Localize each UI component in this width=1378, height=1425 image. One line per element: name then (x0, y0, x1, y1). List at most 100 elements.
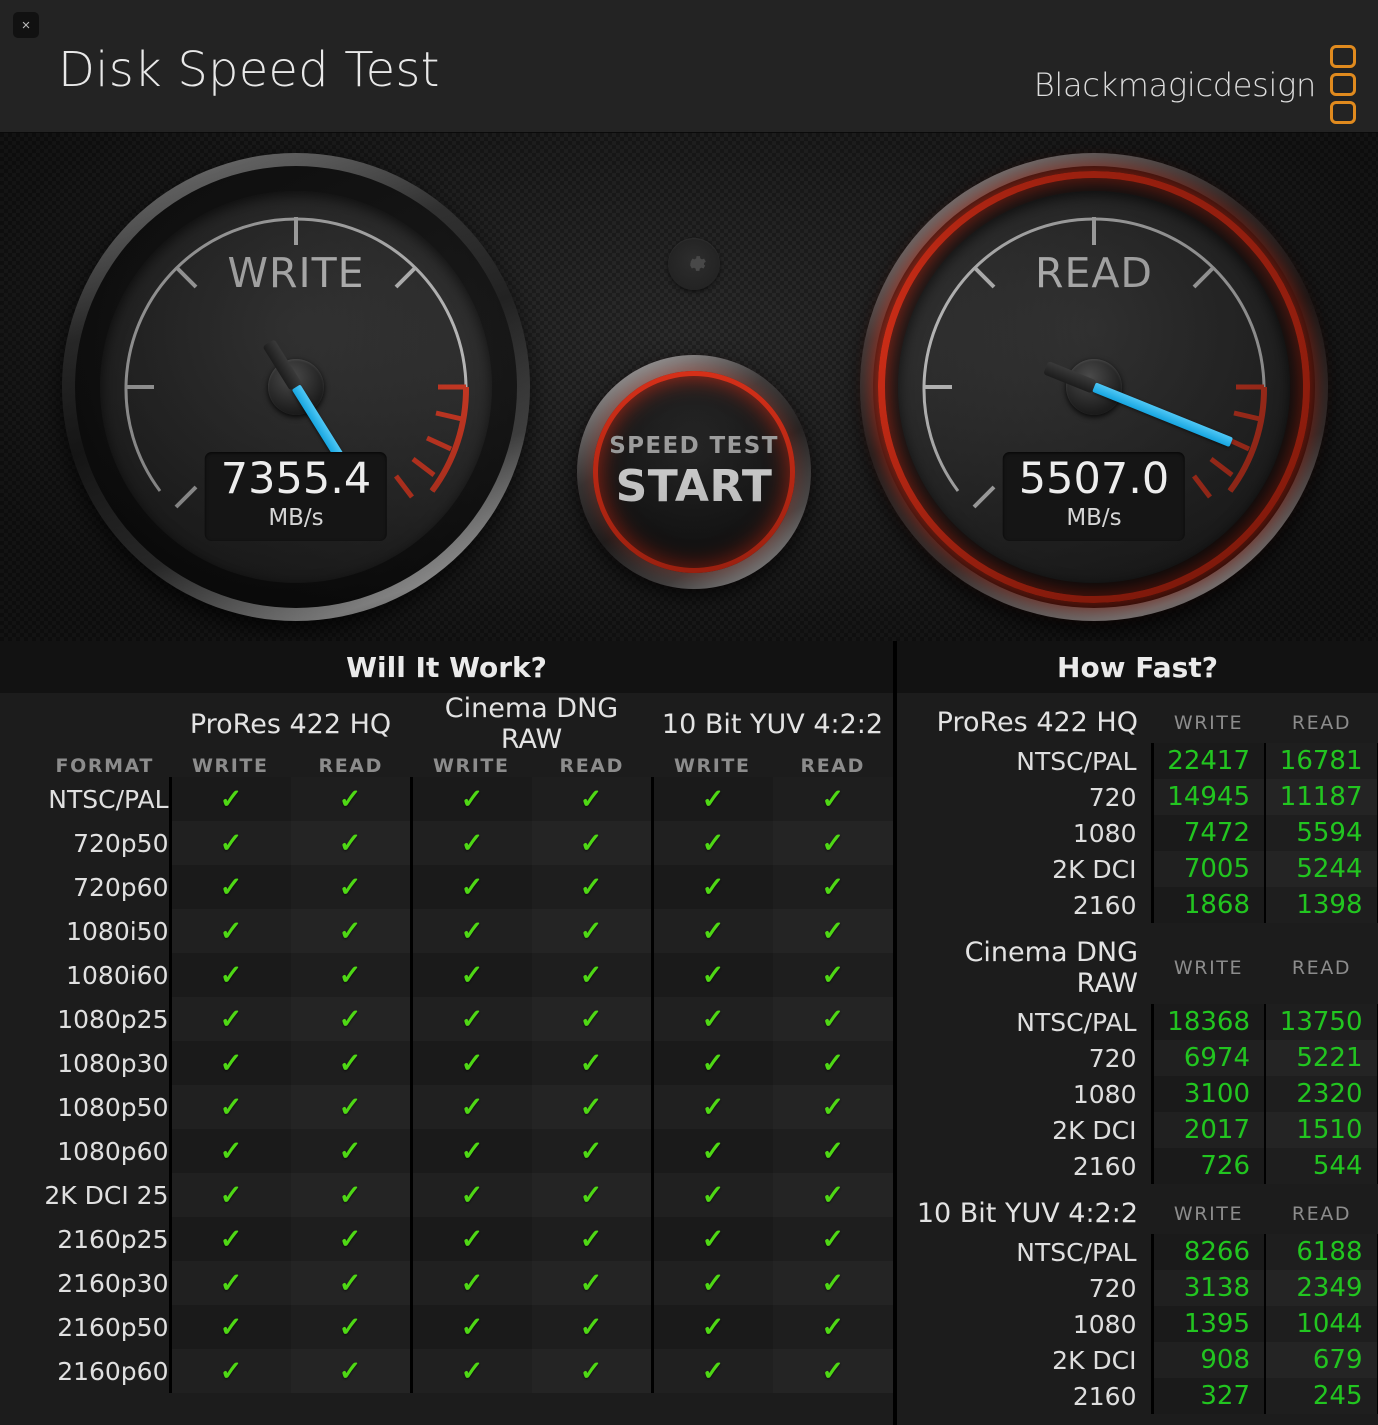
wiw-format-label: 1080i60 (0, 953, 170, 997)
how-fast-title: How Fast? (897, 641, 1378, 693)
check-icon: ✓ (460, 1267, 484, 1298)
wiw-result-cell: ✓ (650, 1261, 773, 1305)
how-fast-row-label: 2K DCI (897, 1112, 1152, 1148)
wiw-result-cell: ✓ (168, 909, 291, 953)
wiw-format-label: 2160p50 (0, 1305, 170, 1349)
wiw-result-cell: ✓ (290, 821, 411, 865)
check-icon: ✓ (579, 1091, 603, 1122)
table-row: NTSC/PAL ✓ ✓ ✓ ✓ ✓ ✓ (0, 777, 893, 821)
settings-button[interactable] (668, 238, 720, 290)
wiw-result-cell: ✓ (409, 1217, 532, 1261)
check-icon: ✓ (338, 959, 362, 990)
wiw-result-cell: ✓ (409, 953, 532, 997)
how-fast-write-value: 14945 (1150, 779, 1265, 815)
wiw-format-label: NTSC/PAL (0, 777, 170, 821)
wiw-result-cell: ✓ (168, 1173, 291, 1217)
check-icon: ✓ (579, 1223, 603, 1254)
how-fast-sub-header: READ (1291, 1202, 1352, 1225)
how-fast-write-value: 7005 (1150, 851, 1265, 887)
check-icon: ✓ (219, 1311, 243, 1342)
brand-name: Blackmagicdesign (1033, 65, 1317, 104)
wiw-group-header: ProRes 422 HQ (189, 708, 392, 740)
check-icon: ✓ (460, 1355, 484, 1386)
wiw-sub-header: WRITE (673, 755, 751, 777)
table-row: 2160p60 ✓ ✓ ✓ ✓ ✓ ✓ (0, 1349, 893, 1393)
wiw-result-cell: ✓ (531, 865, 652, 909)
how-fast-sections: ProRes 422 HQ WRITE READ NTSC/PAL 22417 16781… (897, 693, 1378, 1414)
check-icon: ✓ (579, 871, 603, 902)
wiw-result-cell: ✓ (168, 997, 291, 1041)
wiw-result-cell: ✓ (531, 777, 652, 821)
check-icon: ✓ (338, 1267, 362, 1298)
table-row: 720p60 ✓ ✓ ✓ ✓ ✓ ✓ (0, 865, 893, 909)
check-icon: ✓ (579, 1003, 603, 1034)
will-it-work-table: ProRes 422 HQ Cinema DNG RAW 10 Bit YUV 4:… (0, 693, 893, 1393)
wiw-result-cell: ✓ (409, 1261, 532, 1305)
wiw-result-cell: ✓ (650, 909, 773, 953)
check-icon: ✓ (579, 1267, 603, 1298)
read-unit: MB/s (1066, 505, 1122, 531)
read-gauge: READ 5507.0 MB/s (860, 153, 1328, 621)
check-icon: ✓ (338, 1135, 362, 1166)
wiw-result-cell: ✓ (168, 1041, 291, 1085)
wiw-format-label: 2K DCI 25 (0, 1173, 170, 1217)
how-fast-read-value: 1044 (1264, 1306, 1378, 1342)
wiw-result-cell: ✓ (290, 1305, 411, 1349)
table-row: 1080i60 ✓ ✓ ✓ ✓ ✓ ✓ (0, 953, 893, 997)
wiw-result-cell: ✓ (650, 997, 773, 1041)
check-icon: ✓ (701, 915, 725, 946)
how-fast-table: 10 Bit YUV 4:2:2 WRITE READ NTSC/PAL 8266 618… (897, 1184, 1378, 1414)
check-icon: ✓ (219, 1179, 243, 1210)
table-row: 2160 726 544 (897, 1148, 1378, 1184)
how-fast-group-name: 10 Bit YUV 4:2:2 (916, 1198, 1138, 1229)
how-fast-write-value: 908 (1150, 1342, 1265, 1378)
wiw-format-label: 1080i50 (0, 909, 170, 953)
wiw-result-cell: ✓ (290, 777, 411, 821)
how-fast-section-header: 10 Bit YUV 4:2:2 WRITE READ (897, 1184, 1378, 1234)
wiw-group-header: Cinema DNG RAW (444, 693, 619, 755)
check-icon: ✓ (701, 1311, 725, 1342)
check-icon: ✓ (579, 1047, 603, 1078)
how-fast-row-label: 720 (897, 779, 1152, 815)
how-fast-read-value: 13750 (1264, 1004, 1378, 1040)
wiw-result-cell: ✓ (290, 1085, 411, 1129)
check-icon: ✓ (821, 1355, 845, 1386)
how-fast-row-label: 2K DCI (897, 1342, 1152, 1378)
check-icon: ✓ (338, 827, 362, 858)
how-fast-write-value: 1395 (1150, 1306, 1265, 1342)
table-row: 1080 3100 2320 (897, 1076, 1378, 1112)
write-readout: 7355.4 MB/s (204, 452, 388, 541)
wiw-result-cell: ✓ (290, 909, 411, 953)
check-icon: ✓ (460, 783, 484, 814)
how-fast-row-label: 2160 (897, 887, 1152, 923)
wiw-sub-header: WRITE (191, 755, 269, 777)
wiw-result-cell: ✓ (650, 953, 773, 997)
how-fast-write-value: 3138 (1150, 1270, 1265, 1306)
close-button[interactable]: × (13, 12, 39, 38)
check-icon: ✓ (460, 1223, 484, 1254)
disk-speed-test-window: × Disk Speed Test Blackmagicdesign WRITE… (0, 0, 1378, 1425)
table-row: 2K DCI 908 679 (897, 1342, 1378, 1378)
table-row: 1080 1395 1044 (897, 1306, 1378, 1342)
check-icon: ✓ (338, 1179, 362, 1210)
check-icon: ✓ (579, 959, 603, 990)
will-it-work-panel: Will It Work? ProRes 422 HQ Cinema DNG RA… (0, 641, 893, 1425)
table-row: 2K DCI 2017 1510 (897, 1112, 1378, 1148)
wiw-result-cell: ✓ (168, 1261, 291, 1305)
check-icon: ✓ (701, 1355, 725, 1386)
check-icon: ✓ (338, 783, 362, 814)
check-icon: ✓ (219, 1267, 243, 1298)
wiw-result-cell: ✓ (531, 1349, 652, 1393)
how-fast-sub-header: READ (1291, 711, 1352, 734)
wiw-result-cell: ✓ (531, 953, 652, 997)
wiw-result-cell: ✓ (409, 1041, 532, 1085)
how-fast-read-value: 11187 (1264, 779, 1378, 815)
wiw-result-cell: ✓ (650, 1041, 773, 1085)
check-icon: ✓ (579, 783, 603, 814)
wiw-result-cell: ✓ (409, 909, 532, 953)
check-icon: ✓ (579, 1135, 603, 1166)
table-row: 720p50 ✓ ✓ ✓ ✓ ✓ ✓ (0, 821, 893, 865)
speed-test-start-button[interactable]: SPEED TEST START (577, 355, 811, 589)
wiw-result-cell: ✓ (290, 865, 411, 909)
how-fast-read-value: 544 (1264, 1148, 1378, 1184)
